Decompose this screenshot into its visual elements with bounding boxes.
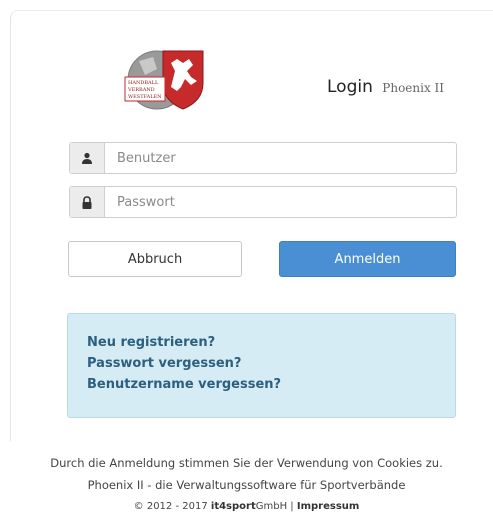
cookie-notice: Durch die Anmeldung stimmen Sie der Verw… [50,456,443,470]
password-input[interactable] [105,187,456,217]
verband-logo: HANDBALL VERBAND WESTFALEN [119,47,215,111]
register-link[interactable]: Neu registrieren? [87,332,455,353]
lock-icon [70,187,105,217]
footer: Durch die Anmeldung stimmen Sie der Verw… [0,452,493,518]
login-button[interactable]: Anmelden [279,241,456,277]
copyright-text: © 2012 - 2017 [133,501,208,512]
forgot-username-link[interactable]: Benutzername vergessen? [87,374,455,395]
logo-graphic: HANDBALL VERBAND WESTFALEN [124,50,204,110]
logo-line-3: WESTFALEN [128,94,162,100]
username-input[interactable] [105,143,456,173]
copyright-line: © 2012 - 2017 it4sportGmbH | Impressum [0,496,493,518]
company-suffix: GmbH [255,501,288,512]
app-subtitle: Phoenix II [382,81,445,95]
logo-line-1: HANDBALL [128,80,159,86]
imprint-link[interactable]: Impressum [297,501,359,512]
company-brand: it4sport [210,501,256,512]
help-links-box: Neu registrieren? Passwort vergessen? Be… [67,313,456,418]
tagline: Phoenix II - die Verwaltungssoftware für… [87,478,406,492]
user-icon [70,143,105,173]
logo-line-2: VERBAND [127,87,155,93]
cancel-button[interactable]: Abbruch [68,241,242,277]
login-title: Login [327,77,373,97]
password-field [69,186,457,218]
footer-separator: | [290,501,294,512]
login-heading: Login Phoenix II [327,77,444,97]
forgot-password-link[interactable]: Passwort vergessen? [87,353,455,374]
username-field [69,142,457,174]
